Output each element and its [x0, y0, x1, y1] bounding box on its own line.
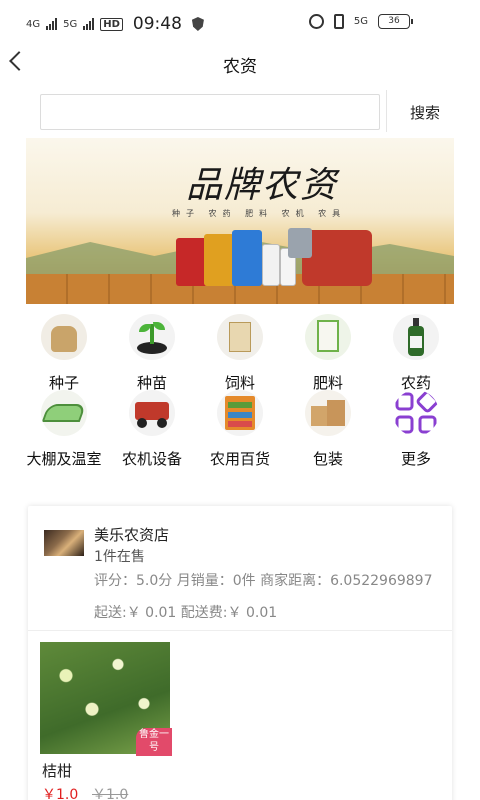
product-box-image: [232, 230, 262, 286]
category-fertilizer[interactable]: 肥料: [288, 314, 368, 393]
status-time: 09:48: [132, 14, 182, 34]
shop-card[interactable]: 美乐农资店 1件在售 评分：5.0分 月销量：0件 商家距离：6.0522969…: [28, 506, 452, 800]
category-seedling[interactable]: 种苗: [112, 314, 192, 393]
network-5g-label: 5G: [63, 18, 78, 30]
product-badge: 鲁金一号: [136, 728, 172, 756]
category-packaging[interactable]: 包装: [288, 390, 368, 469]
section-divider: [0, 472, 480, 502]
shop-item-count: 1件在售: [94, 549, 145, 565]
category-seed[interactable]: 种子: [24, 314, 104, 393]
network-4g-label: 4G: [26, 18, 41, 30]
status-left: 4G 5G HD 09:48: [26, 14, 204, 34]
status-bar: 4G 5G HD 09:48 5G 36: [0, 0, 480, 46]
search-button[interactable]: 搜索: [410, 102, 440, 123]
category-label: 包装: [312, 450, 343, 468]
status-right: 5G 36: [308, 14, 413, 29]
category-label: 农用百货: [209, 450, 270, 468]
category-feed[interactable]: 饲料: [200, 314, 280, 393]
pesticide-bottle-icon: [393, 314, 439, 360]
promo-banner[interactable]: 品牌农资 种子 农药 肥料 农机 农具: [26, 138, 454, 304]
product-bottle-image: [262, 244, 280, 286]
banner-subtitle: 种子 农药 肥料 农机 农具: [172, 209, 347, 218]
search-divider: [386, 90, 387, 132]
product-sack-image: [204, 234, 234, 286]
category-greenhouse[interactable]: 大棚及温室: [22, 390, 106, 469]
page-title: 农资: [223, 57, 257, 77]
category-label: 农机设备: [121, 450, 182, 468]
product-price: ￥1.0: [42, 787, 79, 800]
fertilizer-bag-icon: [305, 314, 351, 360]
category-machinery[interactable]: 农机设备: [112, 390, 192, 469]
cardboard-box-icon: [305, 390, 351, 436]
category-label: 大棚及温室: [26, 450, 102, 468]
shop-thumbnail: [44, 530, 84, 556]
network-5g-right-label: 5G: [353, 16, 368, 27]
shop-delivery-fees: 起送:￥ 0.01 配送费:￥ 0.01: [94, 605, 278, 621]
seedling-icon: [129, 314, 175, 360]
vibrate-icon: [333, 14, 344, 29]
greenhouse-icon: [41, 390, 87, 436]
search-input[interactable]: [40, 94, 380, 130]
tractor-icon: [129, 390, 175, 436]
product-original-price: ￥1.0: [92, 787, 129, 800]
card-divider: [28, 630, 452, 631]
battery-icon: 36: [378, 14, 413, 29]
general-store-icon: [217, 390, 263, 436]
shop-name: 美乐农资店: [94, 526, 170, 544]
signal-icon: [46, 18, 58, 30]
hd-badge: HD: [100, 17, 123, 31]
banner-title: 品牌农资: [186, 165, 339, 206]
category-more[interactable]: 更多: [376, 390, 456, 469]
shield-icon: [191, 17, 204, 31]
more-grid-icon: [393, 390, 439, 436]
nav-bar: 农资: [0, 46, 480, 82]
shop-stats: 评分：5.0分 月销量：0件 商家距离：6.0522969897: [94, 573, 433, 589]
signal-icon-2: [83, 18, 95, 30]
product-name[interactable]: 桔柑: [42, 760, 72, 781]
category-pesticide[interactable]: 农药: [376, 314, 456, 393]
alarm-icon: [308, 14, 324, 29]
category-label: 更多: [400, 450, 431, 468]
harvester-image: [288, 228, 312, 258]
tractor-image: [302, 230, 372, 286]
feed-bag-icon: [217, 314, 263, 360]
category-general-goods[interactable]: 农用百货: [200, 390, 280, 469]
seed-sack-icon: [41, 314, 87, 360]
